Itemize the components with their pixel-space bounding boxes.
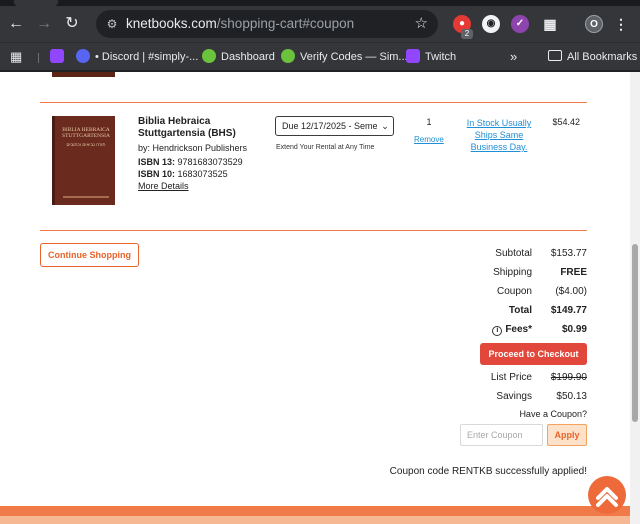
bookmark-twitch-2[interactable]: Twitch bbox=[406, 49, 456, 65]
savings-value: $50.13 bbox=[556, 391, 587, 402]
more-menu-icon[interactable]: ⋮ bbox=[612, 15, 630, 33]
list-price-value: $199.90 bbox=[550, 372, 587, 383]
item-title[interactable]: Biblia Hebraica Stuttgartensia (BHS) bbox=[138, 116, 268, 140]
coupon-input[interactable] bbox=[460, 424, 543, 446]
bookmark-twitch[interactable] bbox=[50, 49, 69, 65]
bookmarks-divider bbox=[38, 53, 39, 63]
chevron-up-icon bbox=[596, 487, 618, 507]
check-badge-icon bbox=[281, 49, 295, 63]
book-cover-image[interactable]: BIBLIA HEBRAICA STUTTGARTENSIA תורה נביא… bbox=[52, 116, 115, 205]
extend-rental-text: Extend Your Rental at Any Time bbox=[276, 144, 375, 151]
back-icon[interactable]: ← bbox=[6, 14, 26, 34]
continue-shopping-button[interactable]: Continue Shopping bbox=[40, 243, 139, 267]
shipping-label: Shipping bbox=[493, 267, 532, 278]
subtotal-value: $153.77 bbox=[550, 248, 587, 259]
bookmarks-overflow-button[interactable]: » bbox=[510, 49, 517, 65]
apps-grid-icon[interactable]: ▦ bbox=[10, 49, 22, 65]
info-icon[interactable]: i bbox=[492, 326, 503, 336]
subtotal-label: Subtotal bbox=[495, 248, 532, 259]
site-settings-icon[interactable]: ⚙ bbox=[104, 16, 120, 32]
extension-badge: 2 bbox=[461, 29, 473, 39]
cover-subtitle: תורה נביאים וכתובים bbox=[66, 142, 106, 147]
twitch-icon bbox=[50, 49, 64, 63]
shipping-value: FREE bbox=[560, 267, 587, 278]
item-price: $54.42 bbox=[552, 117, 580, 127]
address-bar[interactable]: ⚙ knetbooks.com/shopping-cart#coupon ☆ bbox=[96, 10, 438, 38]
cart-page: BIBLIA HEBRAICA STUTTGARTENSIA תורה נביא… bbox=[0, 72, 640, 524]
check-badge-icon bbox=[202, 49, 216, 63]
list-price-label: List Price bbox=[490, 372, 532, 383]
folder-icon bbox=[548, 50, 562, 61]
apply-coupon-button[interactable]: Apply bbox=[547, 424, 587, 446]
bookmark-verify-codes[interactable]: Verify Codes — Sim... bbox=[281, 49, 408, 65]
footer-band bbox=[0, 506, 640, 516]
stock-status-link[interactable]: In Stock Usually Ships Same Business Day… bbox=[463, 117, 535, 153]
extension-icon[interactable]: ◉ bbox=[482, 15, 500, 33]
page-scrollbar[interactable] bbox=[630, 72, 640, 524]
divider bbox=[40, 102, 587, 103]
bookmark-star-icon[interactable]: ☆ bbox=[415, 15, 428, 33]
rental-due-select[interactable]: Due 12/17/2025 - Seme ⌄ bbox=[275, 116, 394, 136]
twitch-icon bbox=[406, 49, 420, 63]
browser-toolbar: ← → ↻ ⚙ knetbooks.com/shopping-cart#coup… bbox=[0, 6, 640, 42]
item-isbn10: ISBN 10: 1683073525 bbox=[138, 169, 228, 179]
url-text[interactable]: knetbooks.com/shopping-cart#coupon bbox=[126, 16, 354, 32]
bookmark-dashboard[interactable]: Dashboard bbox=[202, 49, 275, 65]
cover-rule bbox=[63, 196, 109, 198]
have-coupon-label: Have a Coupon? bbox=[519, 409, 587, 419]
browser-chrome: ← → ↻ ⚙ knetbooks.com/shopping-cart#coup… bbox=[0, 0, 640, 72]
remove-link[interactable]: Remove bbox=[414, 135, 444, 144]
divider bbox=[40, 230, 587, 231]
avatar[interactable]: O bbox=[585, 15, 603, 33]
bookmarks-bar: ▦ • Discord | #simply-... Dashboard Veri… bbox=[0, 42, 640, 70]
fees-value: $0.99 bbox=[561, 324, 587, 335]
back-to-top-button[interactable] bbox=[588, 476, 626, 514]
reload-icon[interactable]: ↻ bbox=[62, 14, 82, 34]
coupon-label: Coupon bbox=[496, 286, 532, 297]
extension-icon[interactable]: ✓ bbox=[511, 15, 529, 33]
proceed-to-checkout-button[interactable]: Proceed to Checkout bbox=[480, 343, 587, 365]
coupon-value: ($4.00) bbox=[555, 286, 587, 297]
total-label: Total bbox=[508, 305, 532, 316]
footer-band-light bbox=[0, 516, 640, 524]
forward-icon[interactable]: → bbox=[34, 14, 54, 34]
item-publisher: by: Hendrickson Publishers bbox=[138, 143, 248, 153]
bookmark-discord[interactable]: • Discord | #simply-... bbox=[76, 49, 198, 65]
more-details-link[interactable]: More Details bbox=[138, 180, 189, 192]
coupon-success-message: Coupon code RENTKB successfully applied! bbox=[389, 466, 587, 477]
savings-label: Savings bbox=[496, 391, 532, 402]
cover-title: BIBLIA HEBRAICA STUTTGARTENSIA bbox=[62, 127, 110, 139]
item-quantity: 1 bbox=[426, 117, 432, 127]
fees-label[interactable]: i Fees* bbox=[432, 324, 532, 336]
previous-item-cover bbox=[52, 72, 115, 77]
all-bookmarks[interactable]: All Bookmarks bbox=[548, 49, 637, 65]
item-isbn13: ISBN 13: 9781683073529 bbox=[138, 157, 243, 167]
scrollbar-thumb[interactable] bbox=[632, 244, 638, 422]
discord-icon bbox=[76, 49, 90, 63]
extensions-puzzle-icon[interactable]: ▦ bbox=[541, 15, 559, 33]
chevron-down-icon: ⌄ bbox=[379, 117, 391, 135]
total-value: $149.77 bbox=[550, 305, 587, 316]
